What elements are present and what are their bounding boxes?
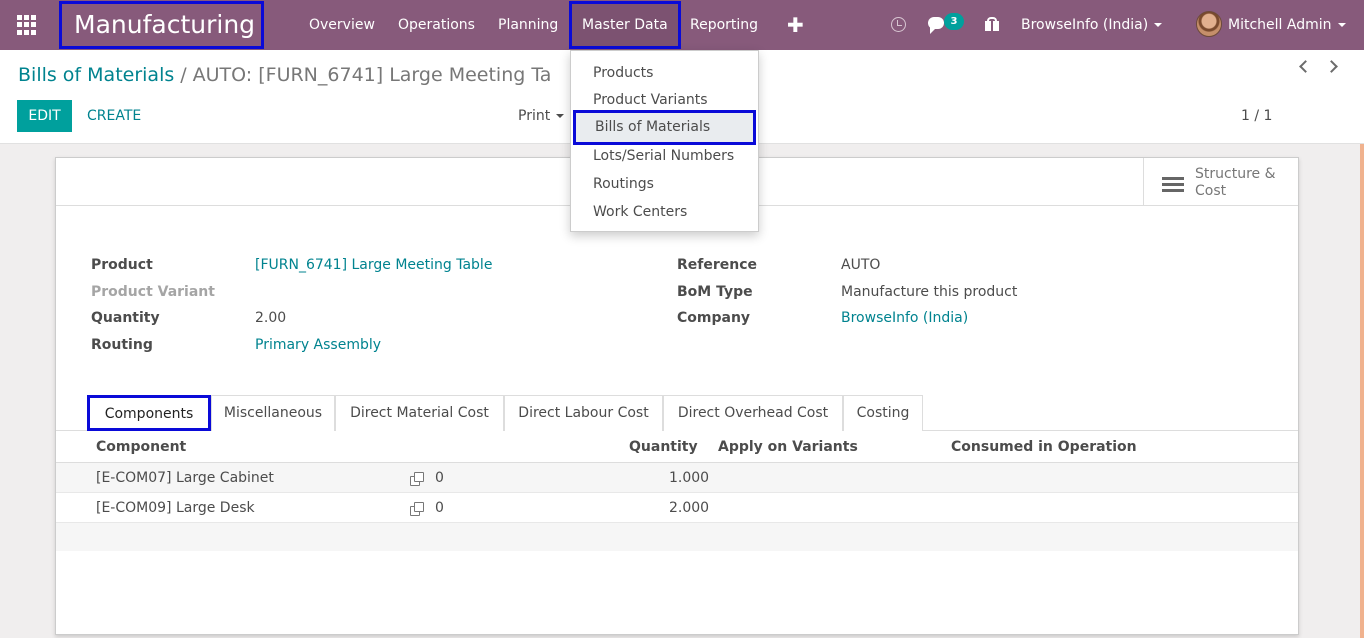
company-value[interactable]: BrowseInfo (India) [841, 310, 968, 326]
notebook-tabs: Components Miscellaneous Direct Material… [56, 393, 1298, 431]
quantity-cell: 1.000 [669, 470, 710, 486]
tab-direct-material-cost[interactable]: Direct Material Cost [335, 395, 504, 431]
activity-clock-icon[interactable] [891, 17, 906, 32]
master-data-dropdown: Products Product Variants Bills of Mater… [570, 50, 759, 232]
component-cell: [E-COM09] Large Desk [96, 500, 255, 516]
company-switcher[interactable]: BrowseInfo (India) [1021, 0, 1163, 50]
apps-menu-icon[interactable] [17, 15, 37, 35]
edit-button[interactable]: EDIT [17, 100, 72, 132]
user-menu[interactable]: Mitchell Admin [1228, 0, 1346, 50]
plus-icon[interactable]: ✚ [787, 14, 804, 36]
user-avatar[interactable] [1196, 11, 1222, 37]
empty-table-row [56, 523, 1298, 551]
breadcrumb-separator: / [180, 64, 187, 86]
dropdown-item-lots-serial-numbers[interactable]: Lots/Serial Numbers [593, 148, 734, 164]
breadcrumb-current: AUTO: [FURN_6741] Large Meeting Ta [192, 64, 552, 86]
reference-value: AUTO [841, 257, 881, 273]
column-quantity[interactable]: Quantity [629, 431, 698, 463]
column-component[interactable]: Component [96, 431, 186, 463]
attachment-count: 0 [435, 470, 444, 486]
company-name: BrowseInfo (India) [1021, 17, 1149, 33]
messages-chat-icon[interactable] [928, 17, 944, 34]
dropdown-item-work-centers[interactable]: Work Centers [593, 204, 687, 220]
caret-down-icon [1337, 23, 1346, 27]
reference-label: Reference [677, 257, 758, 273]
menu-planning[interactable]: Planning [498, 0, 558, 50]
menu-overview[interactable]: Overview [309, 0, 375, 50]
chatter-edge [1360, 144, 1364, 638]
structure-cost-label: Structure & Cost [1195, 166, 1276, 199]
components-table-header: Component Quantity Apply on Variants Con… [56, 431, 1298, 463]
attachment-copy-icon[interactable] [410, 472, 424, 486]
column-apply-on-variants[interactable]: Apply on Variants [718, 431, 858, 463]
top-navbar: Manufacturing Overview Operations Planni… [0, 0, 1364, 50]
menu-operations[interactable]: Operations [398, 0, 475, 50]
caret-down-icon [556, 114, 565, 118]
quantity-value: 2.00 [255, 310, 287, 326]
quantity-label: Quantity [91, 310, 160, 326]
breadcrumb: Bills of Materials / AUTO: [FURN_6741] Lar… [18, 64, 551, 86]
menu-reporting[interactable]: Reporting [690, 0, 758, 50]
print-dropdown[interactable]: Print [518, 100, 565, 132]
chevron-left-icon[interactable] [1298, 60, 1308, 72]
bars-icon [1162, 177, 1184, 193]
user-name: Mitchell Admin [1228, 17, 1332, 33]
column-consumed-in-operation[interactable]: Consumed in Operation [951, 431, 1137, 463]
tab-direct-overhead-cost[interactable]: Direct Overhead Cost [663, 395, 843, 431]
gift-icon[interactable] [985, 17, 999, 31]
breadcrumb-bills-of-materials[interactable]: Bills of Materials [18, 64, 174, 86]
routing-label: Routing [91, 337, 153, 353]
table-row[interactable]: [E-COM09] Large Desk 0 2.000 [56, 493, 1298, 523]
attachment-count: 0 [435, 500, 444, 516]
app-brand[interactable]: Manufacturing [59, 1, 264, 49]
component-cell: [E-COM07] Large Cabinet [96, 470, 274, 486]
table-row[interactable]: [E-COM07] Large Cabinet 0 1.000 [56, 463, 1298, 493]
menu-master-data[interactable]: Master Data [569, 1, 681, 49]
routing-value[interactable]: Primary Assembly [255, 337, 381, 353]
dropdown-item-bills-of-materials[interactable]: Bills of Materials [573, 110, 756, 145]
dropdown-item-products[interactable]: Products [593, 65, 653, 81]
product-label: Product [91, 257, 153, 273]
tab-miscellaneous[interactable]: Miscellaneous [211, 395, 335, 431]
product-variant-label: Product Variant [91, 284, 215, 300]
company-label: Company [677, 310, 751, 326]
tab-components[interactable]: Components [87, 395, 211, 431]
attachment-copy-icon[interactable] [410, 502, 424, 516]
tab-costing[interactable]: Costing [843, 395, 923, 431]
tab-direct-labour-cost[interactable]: Direct Labour Cost [504, 395, 663, 431]
dropdown-item-product-variants[interactable]: Product Variants [593, 92, 708, 108]
product-value[interactable]: [FURN_6741] Large Meeting Table [255, 257, 492, 273]
structure-cost-button[interactable]: Structure & Cost [1143, 158, 1298, 206]
bom-type-value: Manufacture this product [841, 284, 1018, 300]
dropdown-item-routings[interactable]: Routings [593, 176, 654, 192]
quantity-cell: 2.000 [669, 500, 710, 516]
bom-type-label: BoM Type [677, 284, 753, 300]
caret-down-icon [1154, 23, 1163, 27]
message-count-badge: 3 [944, 13, 964, 30]
print-label: Print [518, 108, 551, 124]
pager-value[interactable]: 1 / 1 [1241, 100, 1272, 132]
chevron-right-icon[interactable] [1327, 60, 1337, 72]
create-button[interactable]: CREATE [87, 100, 141, 132]
